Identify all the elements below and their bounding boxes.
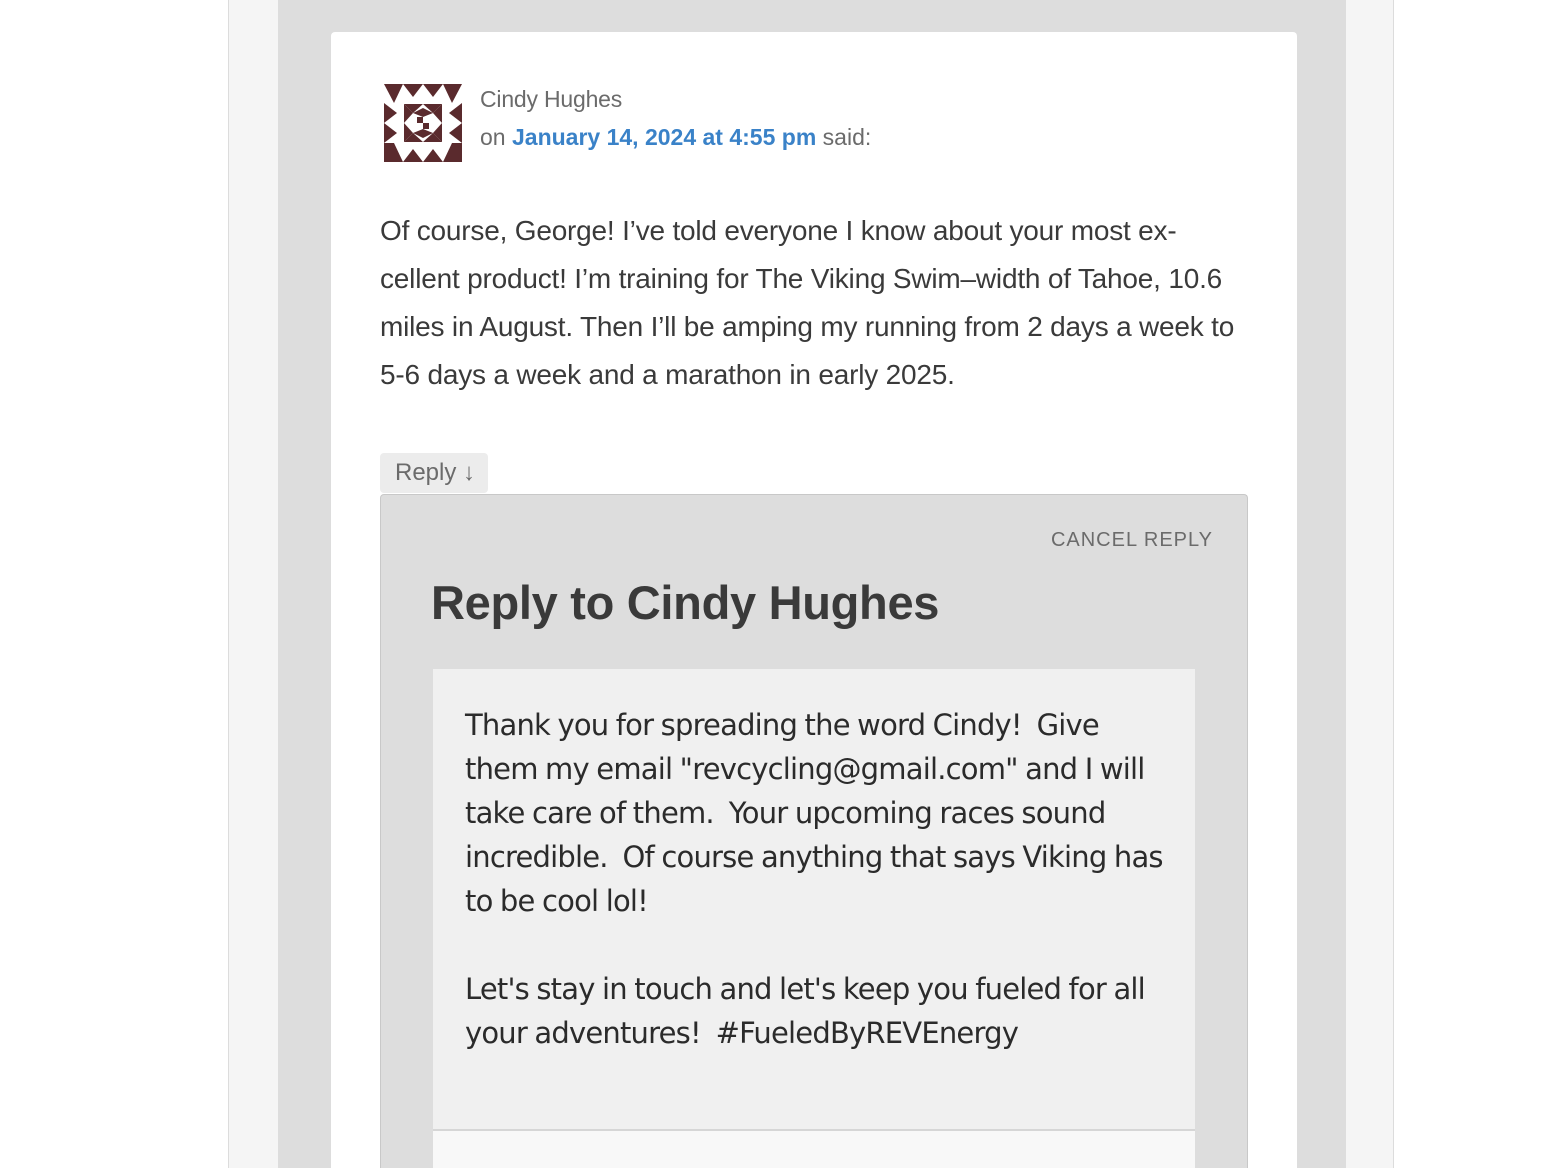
comment-meta-prefix: on [480, 124, 506, 150]
reply-button[interactable]: Reply ↓ [380, 453, 488, 493]
comment-body-text: Of course, George! I’ve told everyone I … [380, 215, 1235, 390]
reply-comment-textarea[interactable]: Thank you for spreading the word Cindy! … [433, 669, 1195, 1131]
reply-form-title: Reply to Cindy Hughes [431, 576, 940, 629]
comment-date-link[interactable]: January 14, 2024 at 4:55 pm [512, 124, 816, 150]
cancel-reply-link[interactable]: CANCEL REPLY [1051, 529, 1213, 552]
comment-meta: on January 14, 2024 at 4:55 pm said: [480, 124, 871, 151]
comment-author-name: Cindy Hughes [480, 86, 623, 112]
comment-meta-suffix: said: [822, 124, 872, 150]
identicon-avatar-icon [384, 84, 462, 162]
next-form-field[interactable] [433, 1131, 1195, 1168]
